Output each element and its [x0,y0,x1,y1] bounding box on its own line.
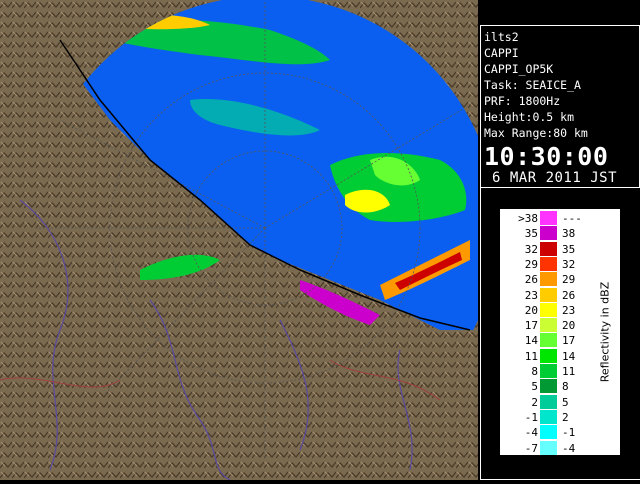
legend-upper-value: 20 [562,319,576,333]
legend-color-swatch [540,348,557,363]
legend-lower-value: -1 [524,410,538,424]
reflectivity-legend: >38 --- 35 38 32 35 29 32 26 29 23 26 20 23 17 20 14 17 11… [480,188,640,480]
legend-color-swatch [540,379,557,394]
legend-color-swatch [540,302,557,317]
legend-upper-value: 35 [562,242,576,256]
legend-upper-value: 2 [562,410,569,424]
legend-lower-value: 14 [524,334,538,348]
legend-upper-value: 5 [562,395,569,409]
legend-lower-value: 26 [524,273,538,287]
observation-date: 6 MAR 2011 JST [492,170,618,186]
radar-info-panel: ilts2 CAPPI CAPPI_OP5K Task: SEAICE_A PR… [480,25,640,188]
prf-label: PRF: 1800Hz [484,94,561,108]
legend-color-swatch [540,364,557,378]
observation-time: 10:30:00 [484,142,609,171]
product-type: CAPPI [484,46,519,60]
legend-color-swatch [540,440,557,455]
legend-lower-value: 23 [524,288,538,302]
legend-color-swatch [540,425,557,440]
legend-color-swatch [540,211,557,225]
legend-upper-value: --- [562,212,582,225]
radar-image [0,0,479,481]
legend-color-swatch [540,287,557,302]
legend-upper-value: 38 [562,227,576,241]
legend-upper-value: -1 [562,426,576,440]
legend-upper-value: 11 [562,365,576,378]
legend-upper-value: 17 [562,334,576,348]
legend-color-swatch [540,409,557,424]
legend-upper-value: 32 [562,257,576,271]
legend-color-swatch [540,256,557,271]
task-label: Task: SEAICE_A [484,78,581,92]
max-range-label: Max Range:80 km [484,126,588,140]
legend-upper-value: -4 [562,441,576,455]
legend-lower-value: -7 [524,441,538,455]
legend-unit: Reflectivity in dBZ [590,209,620,455]
legend-upper-value: 29 [562,273,576,287]
legend-lower-value: 5 [531,380,538,394]
legend-lower-value: 17 [524,319,538,333]
legend-lower-value: 20 [524,303,538,317]
legend-upper-value: 8 [562,380,569,394]
legend-upper-value: 23 [562,303,576,317]
product-name: CAPPI_OP5K [484,62,554,76]
legend-upper-value: 14 [562,349,576,363]
legend-color-swatch [540,318,557,333]
station-name: ilts2 [484,30,519,44]
legend-unit-label: Reflectivity in dBZ [598,281,612,383]
legend-color-swatch [540,394,557,409]
legend-lower-value: 8 [531,365,538,378]
legend-color-swatch [540,333,557,348]
legend-lower-value: 2 [531,395,538,409]
legend-color-swatch [540,226,557,241]
legend-upper-value: 26 [562,288,576,302]
legend-lower-value: 29 [524,257,538,271]
legend-lower-value: 11 [524,349,538,363]
legend-lower-value: -4 [524,426,538,440]
legend-lower-value: 35 [524,227,538,241]
legend-lower-value: >38 [518,212,538,225]
legend-color-swatch [540,241,557,256]
height-label: Height:0.5 km [484,110,575,124]
legend-color-swatch [540,272,557,287]
legend-box: >38 --- 35 38 32 35 29 32 26 29 23 26 20 23 17 20 14 17 11… [500,209,620,455]
legend-lower-value: 32 [524,242,538,256]
